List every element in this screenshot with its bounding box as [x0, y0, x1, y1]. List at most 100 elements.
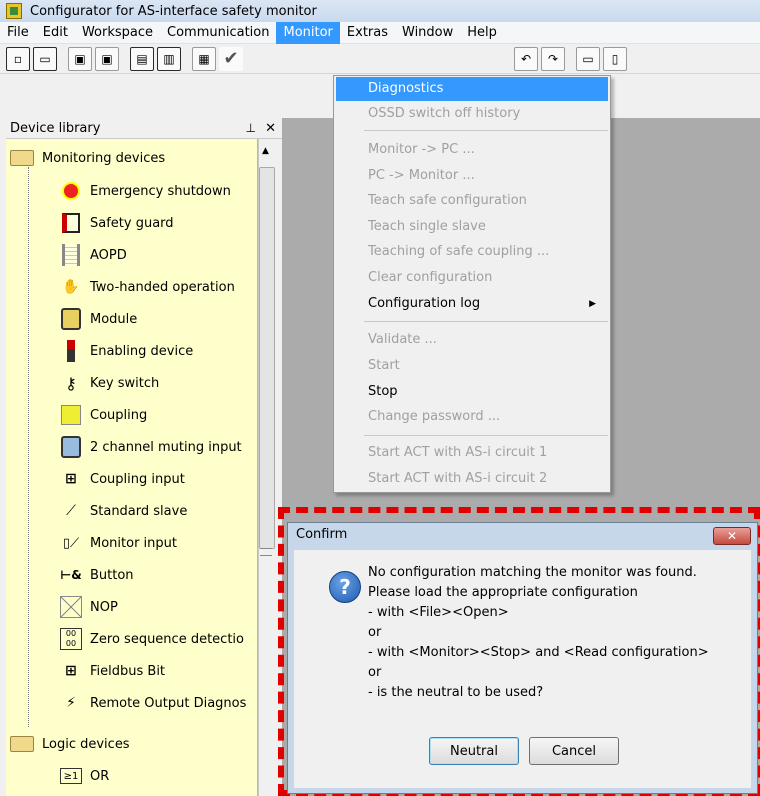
menu-start[interactable]: Start — [336, 354, 608, 378]
menu-workspace[interactable]: Workspace — [75, 22, 160, 44]
tree-item-safety-guard[interactable]: Safety guard — [60, 208, 174, 238]
cancel-button[interactable]: Cancel — [529, 737, 619, 765]
slave-switch-icon: ⟋ — [66, 503, 76, 519]
new-icon[interactable]: ▫ — [6, 46, 30, 71]
tree-item-emergency-shutdown[interactable]: Emergency shutdown — [60, 176, 231, 206]
menu-start-act-1[interactable]: Start ACT with AS-i circuit 1 — [336, 441, 608, 465]
tree-item-or[interactable]: ≥1 OR — [60, 761, 109, 791]
undo-icon[interactable]: ↶ — [514, 46, 538, 71]
scroll-up-icon[interactable]: ▲ — [262, 146, 269, 156]
tree-item-label: Remote Output Diagnos — [90, 695, 247, 711]
menu-teach-single-slave[interactable]: Teach single slave — [336, 215, 608, 239]
save-as-icon[interactable]: ▣ — [95, 46, 119, 71]
tree-item-monitor-input[interactable]: ▯⟋ Monitor input — [60, 528, 177, 558]
print-setup-icon[interactable]: ▥ — [157, 46, 181, 71]
folder-icon — [10, 150, 34, 166]
menu-edit[interactable]: Edit — [36, 22, 75, 44]
menu-file[interactable]: File — [0, 22, 36, 44]
tree-item-key-switch[interactable]: ⚷ Key switch — [60, 368, 159, 398]
menu-ossd-history[interactable]: OSSD switch off history — [336, 102, 608, 126]
close-icon[interactable]: ✕ — [265, 121, 276, 136]
menu-teach-safe-config[interactable]: Teach safe configuration — [336, 189, 608, 213]
tree-item-label: OR — [90, 768, 110, 784]
dialog-message-line: - with <File><Open> — [368, 605, 509, 620]
tree-item-enabling-device[interactable]: Enabling device — [60, 336, 193, 366]
coupling-input-icon: ⊞ — [65, 471, 77, 487]
tree-item-zero-sequence[interactable]: 00 00 Zero sequence detectio — [60, 624, 244, 654]
monitor-menu: Diagnostics OSSD switch off history Moni… — [333, 75, 611, 493]
window-tile-icon[interactable]: ▯ — [603, 46, 627, 71]
tree-item-label: Coupling input — [90, 471, 185, 487]
save-icon[interactable]: ▣ — [68, 46, 92, 71]
monitor-icon[interactable]: ▦ — [192, 46, 216, 71]
menu-clear-config[interactable]: Clear configuration — [336, 266, 608, 290]
enabling-device-icon — [60, 339, 82, 363]
tree-item-remote-output[interactable]: ⚡ Remote Output Diagnos — [60, 688, 246, 718]
toolbar: ▫ ▭ ▣ ▣ ▤ ▥ ▦ ✔ ↶ ↷ ▭ ▯ — [0, 44, 760, 74]
menu-teach-safe-coupling[interactable]: Teaching of safe coupling ... — [336, 240, 608, 264]
menu-start-act-2[interactable]: Start ACT with AS-i circuit 2 — [336, 467, 608, 491]
menu-monitor[interactable]: Monitor — [276, 21, 340, 44]
tree-item-label: Key switch — [90, 375, 160, 391]
window-title: Configurator for AS-interface safety mon… — [30, 3, 317, 19]
dialog-message-line: No configuration matching the monitor wa… — [368, 565, 697, 580]
tree-item-label: Monitor input — [90, 535, 177, 551]
tree-item-label: Module — [90, 311, 138, 327]
scroll-thumb[interactable] — [259, 167, 275, 549]
monitor-input-icon: ▯⟋ — [62, 535, 80, 551]
library-header: Device library ⊥ ✕ — [6, 119, 282, 139]
tree-group-logic[interactable]: Logic devices — [10, 729, 130, 759]
pin-icon[interactable]: ⊥ — [246, 121, 256, 135]
tree-item-coupling[interactable]: Coupling — [60, 400, 147, 430]
menu-window[interactable]: Window — [395, 22, 460, 44]
tree-item-coupling-input[interactable]: ⊞ Coupling input — [60, 464, 185, 494]
menu-change-password[interactable]: Change password ... — [336, 405, 608, 429]
menu-bar: File Edit Workspace Communication Monito… — [0, 21, 760, 44]
close-icon[interactable]: ✕ — [713, 527, 751, 545]
menu-help[interactable]: Help — [460, 22, 504, 44]
menu-validate[interactable]: Validate ... — [336, 328, 608, 352]
emergency-stop-icon — [60, 179, 82, 203]
tree-item-label: Zero sequence detectio — [90, 631, 244, 647]
tree-item-label: 2 channel muting input — [90, 439, 242, 455]
fieldbus-icon: ⊞ — [65, 663, 77, 679]
question-icon: ? — [329, 571, 361, 603]
tree-item-two-handed-operation[interactable]: ✋ Two-handed operation — [60, 272, 235, 302]
tree-item-muting-input[interactable]: 2 channel muting input — [60, 432, 242, 462]
dialog-body: ? No configuration matching the monitor … — [294, 550, 751, 788]
tree-group-monitoring[interactable]: Monitoring devices — [10, 143, 165, 173]
coupling-icon — [60, 403, 82, 427]
menu-communication[interactable]: Communication — [160, 22, 276, 44]
tree-item-standard-slave[interactable]: ⟋ Standard slave — [60, 496, 187, 526]
dialog-message-line: Please load the appropriate configuratio… — [368, 585, 638, 600]
tree-item-module[interactable]: Module — [60, 304, 137, 334]
tree-item-aopd[interactable]: AOPD — [60, 240, 127, 270]
tree-item-label: Safety guard — [90, 215, 174, 231]
open-folder-icon[interactable]: ▭ — [33, 46, 57, 71]
tree-item-button[interactable]: ⊢& Button — [60, 560, 133, 590]
redo-icon[interactable]: ↷ — [541, 46, 565, 71]
dialog-message-line: or — [368, 665, 382, 680]
menu-configuration-log[interactable]: Configuration log ▶ — [336, 292, 608, 316]
tree-item-label: Enabling device — [90, 343, 194, 359]
menu-diagnostics[interactable]: Diagnostics — [336, 77, 608, 101]
splitter-grip-icon[interactable] — [260, 548, 272, 556]
menu-monitor-to-pc[interactable]: Monitor -> PC ... — [336, 138, 608, 162]
key-switch-icon: ⚷ — [65, 373, 77, 393]
menu-pc-to-monitor[interactable]: PC -> Monitor ... — [336, 164, 608, 188]
tree-item-label: Two-handed operation — [90, 279, 235, 295]
validate-check-icon[interactable]: ✔ — [219, 46, 243, 71]
safety-guard-icon — [60, 211, 82, 235]
folder-icon — [10, 736, 34, 752]
menu-configuration-log-label: Configuration log — [368, 296, 481, 311]
menu-stop[interactable]: Stop — [336, 380, 608, 404]
menu-extras[interactable]: Extras — [340, 22, 395, 44]
tree-item-fieldbus-bit[interactable]: ⊞ Fieldbus Bit — [60, 656, 165, 686]
neutral-button[interactable]: Neutral — [429, 737, 519, 765]
print-icon[interactable]: ▤ — [130, 46, 154, 71]
window-icon[interactable]: ▭ — [576, 46, 600, 71]
two-hands-icon: ✋ — [62, 279, 80, 295]
tree-item-nop[interactable]: NOP — [60, 592, 118, 622]
title-bar: Configurator for AS-interface safety mon… — [0, 0, 760, 22]
nop-icon — [60, 595, 82, 619]
